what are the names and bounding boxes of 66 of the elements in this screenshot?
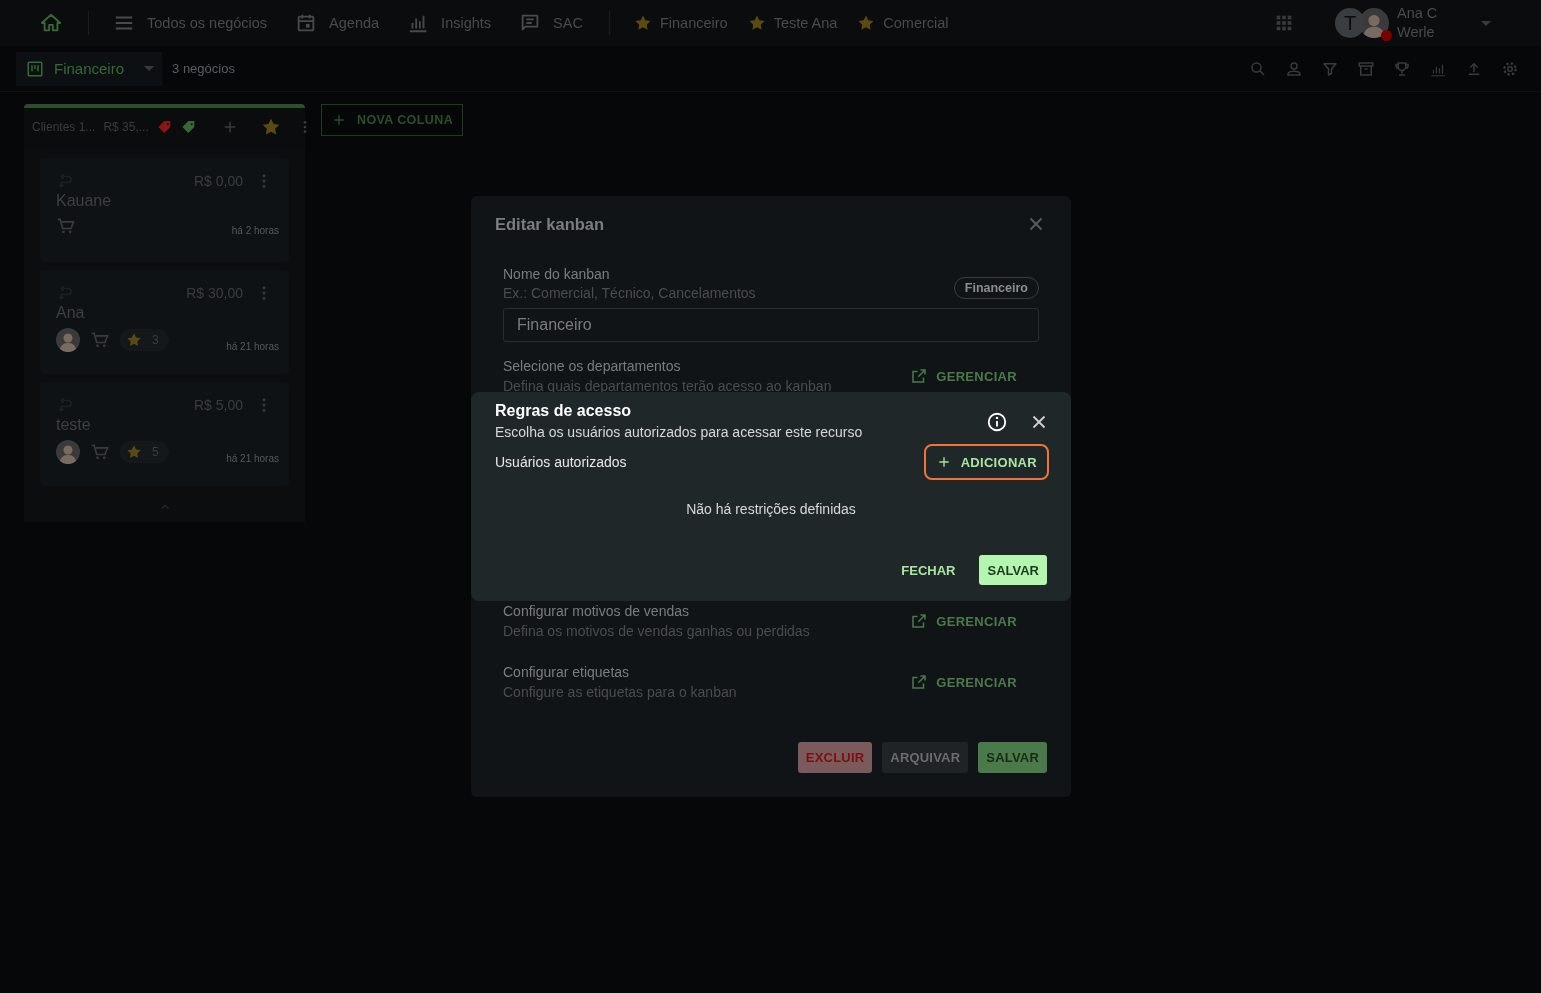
search-icon[interactable] [1249,59,1267,78]
save-button[interactable]: SALVAR [978,742,1047,773]
dialog-title: Regras de acesso [495,402,633,420]
star-icon [126,444,142,460]
avatar-icon [56,440,80,464]
star-icon [126,332,142,348]
cart-icon [90,442,110,462]
favorite-item[interactable]: Financeiro [623,0,738,46]
user-name[interactable]: Werle [1397,23,1481,42]
star-icon [747,14,766,32]
section-title: Selecione os departamentos [503,358,682,374]
board-selector[interactable]: Financeiro [16,51,163,86]
open-external-icon [910,673,929,691]
star-icon [857,14,876,32]
person-icon[interactable] [1285,59,1303,78]
nav-item[interactable]: Todos os negócios [103,0,278,46]
caret-icon[interactable] [1481,20,1491,26]
user-name[interactable]: Ana C [1397,4,1481,23]
nav-item[interactable]: Insights [397,0,502,46]
favorite-item[interactable]: Teste Ana [737,0,848,46]
cart-icon [90,330,110,350]
dialog-title: Editar kanban [495,214,605,234]
manage-button[interactable]: GERENCIAR [904,611,1023,631]
close-button[interactable]: FECHAR [893,555,964,585]
field-hint: Ex.: Comercial, Técnico, Cancelamentos [503,285,756,301]
section-description: Configure as etiquetas para o kanban [503,684,737,700]
cart-icon [56,216,76,236]
info-icon[interactable] [986,411,1008,433]
caret-icon [144,66,155,71]
dialog-subtitle: Escolha os usuários autorizados para acessar este recurso [495,424,863,440]
manage-button[interactable]: GERENCIAR [904,366,1023,386]
plus-icon [331,112,347,128]
deal-time: há 21 horas [226,453,279,464]
favorite-item[interactable]: Comercial [847,0,959,46]
deal-time: há 2 horas [231,225,279,236]
manage-button[interactable]: GERENCIAR [904,672,1023,692]
nav-item[interactable]: Agenda [285,0,390,46]
star-icon[interactable] [260,117,281,137]
deal-time: há 21 horas [226,341,279,352]
field-label: Nome do kanban [503,266,611,282]
section-description: Defina os motivos de vendas ganhas ou perdidas [503,623,810,639]
open-external-icon [910,612,929,630]
section-title: Configurar etiquetas [503,664,631,680]
tag-icon[interactable] [156,119,173,135]
trophy-icon[interactable] [1393,59,1411,78]
home-icon [40,12,62,34]
new-column-button[interactable]: NOVA COLUNA [321,104,464,136]
archive-icon[interactable] [1357,59,1375,78]
nav-item[interactable]: SAC [509,0,593,46]
add-button[interactable]: ADICIONAR [923,444,1049,480]
board-icon [26,59,44,78]
empty-message: Não há restrições definidas [686,501,856,517]
avatar-icon[interactable] [1359,8,1389,38]
save-button[interactable]: SALVAR [979,555,1047,585]
name-input[interactable]: Financeiro [503,308,1039,342]
deal-count: 3 negócios [172,61,235,76]
section-description: Defina quais departamentos terão acesso ao kanban [503,378,832,394]
settings-icon[interactable] [1501,59,1519,78]
section-label: Usuários autorizados [495,454,627,470]
tag-icon[interactable] [180,119,197,135]
archive-button[interactable]: ARQUIVAR [882,742,969,773]
star-icon [633,14,652,32]
section-title: Configurar motivos de vendas [503,603,690,619]
open-external-icon [910,367,929,385]
avatar-icon [56,328,80,352]
delete-button[interactable]: EXCLUIR [797,742,873,773]
